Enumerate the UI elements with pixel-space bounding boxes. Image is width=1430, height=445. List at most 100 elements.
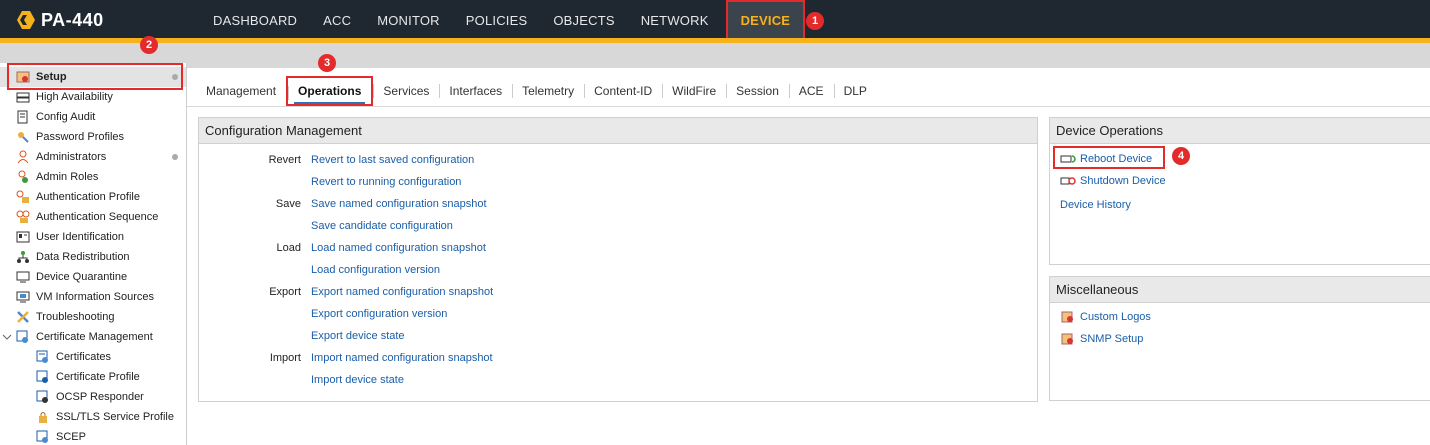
nav-acc[interactable]: ACC	[310, 0, 364, 40]
sub-header-strip	[0, 43, 1430, 68]
save-candidate-link[interactable]: Save candidate configuration	[311, 220, 453, 232]
nav-dashboard[interactable]: DASHBOARD	[200, 0, 310, 40]
redistribution-icon	[17, 251, 29, 263]
sidebar-item-label: High Availability	[36, 91, 113, 103]
wrench-icon	[17, 311, 29, 323]
revert-last-saved-link[interactable]: Revert to last saved configuration	[311, 154, 474, 166]
import-named-snapshot-link[interactable]: Import named configuration snapshot	[311, 352, 493, 364]
annotation-marker-3: 3	[318, 54, 336, 72]
sidebar-item-certificate-profile[interactable]: Certificate Profile	[0, 367, 186, 387]
sidebar-item-authentication-profile[interactable]: Authentication Profile	[0, 187, 186, 207]
sidebar-item-authentication-sequence[interactable]: Authentication Sequence	[0, 207, 186, 227]
shutdown-device-link[interactable]: Shutdown Device	[1060, 173, 1166, 189]
load-config-version-link[interactable]: Load configuration version	[311, 264, 440, 276]
tab-management[interactable]: Management	[196, 76, 286, 106]
row-label: Export	[269, 286, 301, 298]
app-root: PA-440 DASHBOARD ACC MONITOR POLICIES OB…	[0, 0, 1430, 445]
sidebar-item-label: Data Redistribution	[36, 251, 130, 263]
user-icon	[17, 150, 29, 164]
load-named-snapshot-link[interactable]: Load named configuration snapshot	[311, 242, 486, 254]
tab-wildfire[interactable]: WildFire	[662, 76, 726, 106]
sidebar-item-ocsp-responder[interactable]: OCSP Responder	[0, 387, 186, 407]
sidebar-item-administrators[interactable]: Administrators	[0, 147, 186, 167]
certificate-icon	[36, 350, 48, 363]
revert-running-link[interactable]: Revert to running configuration	[311, 176, 461, 188]
export-device-state-link[interactable]: Export device state	[311, 330, 405, 342]
export-config-version-link[interactable]: Export configuration version	[311, 308, 447, 320]
sidebar-item-label: Administrators	[36, 151, 107, 163]
sidebar-item-scep[interactable]: SCEP	[0, 427, 186, 445]
nav-objects[interactable]: OBJECTS	[540, 0, 627, 40]
tab-content-id[interactable]: Content-ID	[584, 76, 662, 106]
cert-profile-icon	[36, 370, 48, 383]
import-device-state-link[interactable]: Import device state	[311, 374, 404, 386]
annotation-marker-4: 4	[1172, 147, 1190, 165]
sidebar: Setup High Availability Config Audit Pas…	[0, 63, 187, 445]
status-dot	[172, 154, 178, 160]
sidebar-item-device-quarantine[interactable]: Device Quarantine	[0, 267, 186, 287]
sidebar-item-label: SCEP	[56, 431, 86, 443]
nav-monitor[interactable]: MONITOR	[364, 0, 453, 40]
sidebar-item-label: Admin Roles	[36, 171, 99, 183]
sidebar-item-certificates[interactable]: Certificates	[0, 347, 186, 367]
sidebar-item-certificate-management[interactable]: Certificate Management	[0, 327, 186, 347]
annotation-marker-1: 1	[806, 12, 824, 30]
annotation-marker-2: 2	[140, 36, 158, 54]
tab-services[interactable]: Services	[373, 76, 439, 106]
ha-icon	[16, 92, 30, 103]
nav-network[interactable]: NETWORK	[628, 0, 722, 40]
tab-interfaces[interactable]: Interfaces	[439, 76, 512, 106]
auth-profile-icon	[16, 190, 29, 203]
sidebar-item-user-identification[interactable]: User Identification	[0, 227, 186, 247]
id-card-icon	[16, 231, 30, 243]
sidebar-item-config-audit[interactable]: Config Audit	[0, 107, 186, 127]
tab-bar: Management Operations Services Interface…	[196, 76, 877, 106]
sidebar-item-label: User Identification	[36, 231, 125, 243]
tab-operations[interactable]: Operations	[286, 76, 374, 106]
sidebar-item-vm-information-sources[interactable]: VM Information Sources	[0, 287, 186, 307]
nav-policies[interactable]: POLICIES	[453, 0, 541, 40]
sidebar-item-label: Device Quarantine	[36, 271, 128, 283]
ocsp-icon	[36, 390, 48, 403]
sidebar-item-label: Certificate Management	[36, 331, 153, 343]
logo: PA-440	[16, 9, 104, 31]
sidebar-item-label: Certificates	[56, 351, 112, 363]
tab-telemetry[interactable]: Telemetry	[512, 76, 584, 106]
reboot-highlight-box	[1053, 146, 1165, 169]
tab-dlp[interactable]: DLP	[833, 76, 877, 106]
nav-device[interactable]: DEVICE	[725, 0, 806, 40]
sidebar-item-ssl-tls-service-profile[interactable]: SSL/TLS Service Profile	[0, 407, 186, 427]
panel-title: Device Operations	[1050, 118, 1430, 144]
sidebar-item-password-profiles[interactable]: Password Profiles	[0, 127, 186, 147]
audit-icon	[17, 110, 28, 124]
save-named-snapshot-link[interactable]: Save named configuration snapshot	[311, 198, 487, 210]
custom-logos-link[interactable]: Custom Logos	[1060, 309, 1151, 325]
role-icon	[18, 170, 28, 183]
sidebar-item-label: Troubleshooting	[36, 311, 115, 323]
export-named-snapshot-link[interactable]: Export named configuration snapshot	[311, 286, 493, 298]
sidebar-item-troubleshooting[interactable]: Troubleshooting	[0, 307, 186, 327]
row-label: Import	[269, 352, 301, 364]
device-history-link[interactable]: Device History	[1060, 197, 1131, 213]
sidebar-item-label: Certificate Profile	[56, 371, 140, 383]
main-nav: DASHBOARD ACC MONITOR POLICIES OBJECTS N…	[200, 0, 806, 40]
config-management-panel: Configuration Management Revert Revert to…	[198, 117, 1038, 402]
top-bar: PA-440 DASHBOARD ACC MONITOR POLICIES OB…	[0, 0, 1430, 40]
device-model: PA-440	[41, 9, 104, 30]
sidebar-item-label: SSL/TLS Service Profile	[56, 411, 174, 423]
tab-session[interactable]: Session	[726, 76, 789, 106]
auth-seq-icon	[16, 210, 30, 223]
miscellaneous-panel: Miscellaneous Custom Logos SNMP Setup	[1049, 276, 1430, 401]
snmp-setup-link[interactable]: SNMP Setup	[1060, 331, 1143, 347]
quarantine-icon	[16, 271, 30, 283]
row-label: Load	[276, 242, 301, 254]
paloalto-logo-icon	[17, 11, 35, 29]
panel-title: Configuration Management	[199, 118, 1037, 144]
tab-ace[interactable]: ACE	[788, 76, 834, 106]
sidebar-item-label: Password Profiles	[36, 131, 125, 143]
sidebar-item-admin-roles[interactable]: Admin Roles	[0, 167, 186, 187]
sidebar-item-data-redistribution[interactable]: Data Redistribution	[0, 247, 186, 267]
row-label: Revert	[268, 154, 301, 166]
sidebar-item-high-availability[interactable]: High Availability	[0, 87, 186, 107]
chevron-down-icon[interactable]	[2, 332, 12, 342]
